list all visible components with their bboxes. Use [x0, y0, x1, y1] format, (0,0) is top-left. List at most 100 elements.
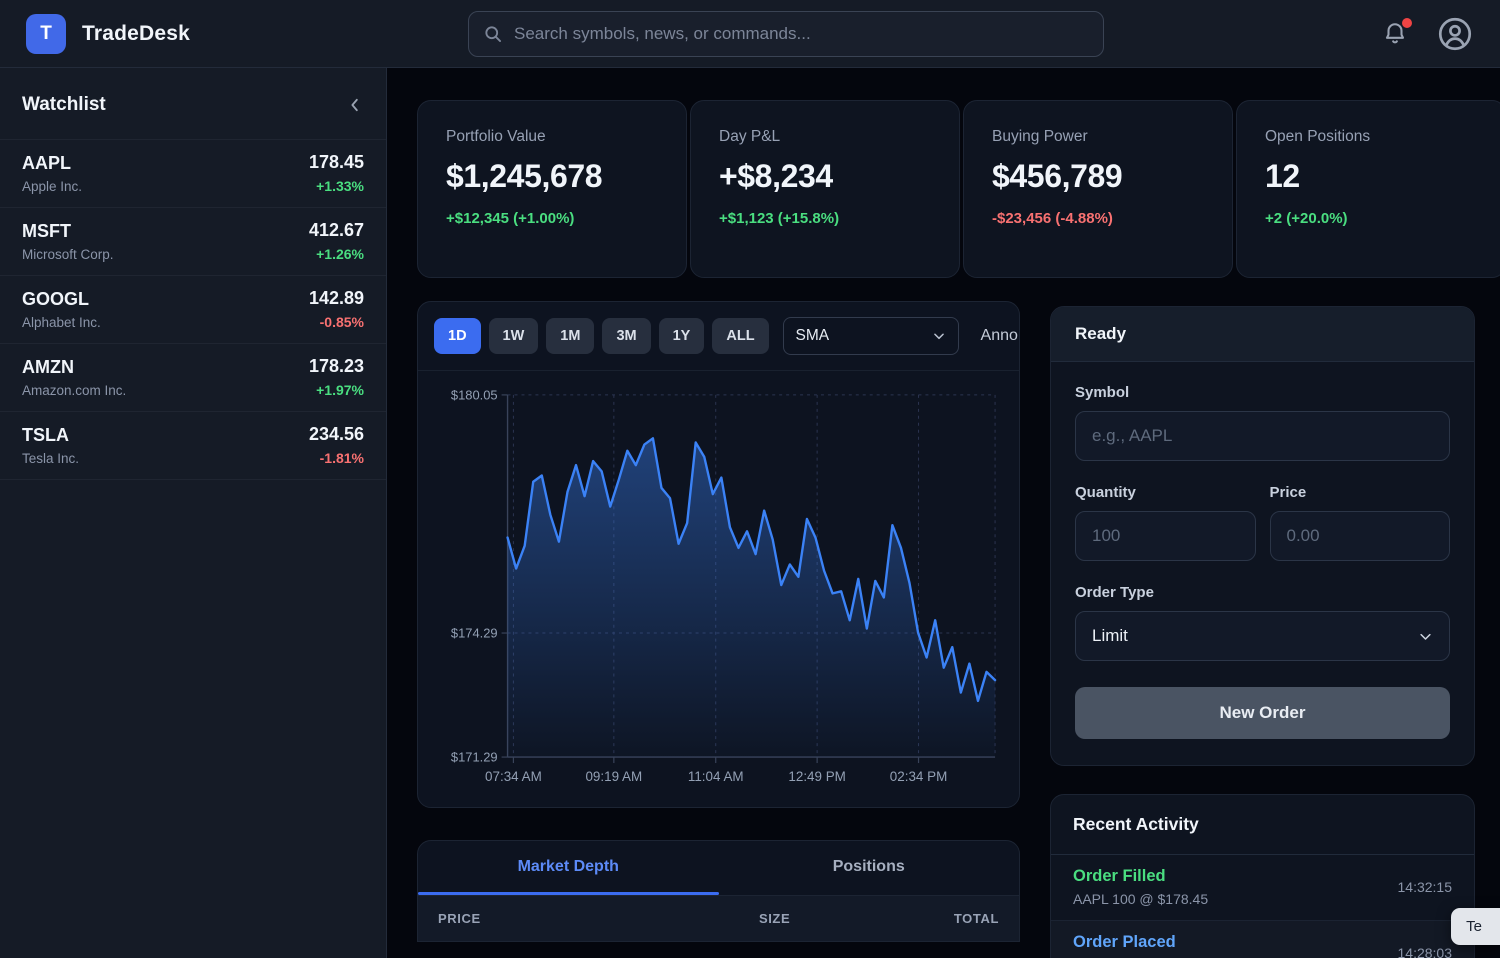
company-name: Tesla Inc.: [22, 451, 79, 466]
market-data-panel: Market Depth Positions PRICE SIZE TOTAL: [417, 840, 1020, 942]
tab-market-depth[interactable]: Market Depth: [418, 841, 719, 895]
price-chart-area[interactable]: $180.05 $174.29 $171.29 07:34 AM 09:19 AM 11:…: [418, 371, 1019, 807]
profile-button[interactable]: [1436, 15, 1474, 53]
company-name: Alphabet Inc.: [22, 315, 101, 330]
order-status: Ready: [1051, 307, 1474, 362]
app-logo[interactable]: T: [26, 14, 66, 54]
timeframe-button-1m[interactable]: 1M: [546, 318, 594, 354]
order-type-value: Limit: [1092, 626, 1128, 646]
annotate-label[interactable]: Anno: [981, 327, 1018, 345]
activity-type: Order Placed: [1073, 933, 1236, 952]
watchlist-row-msft[interactable]: MSFT Microsoft Corp. 412.67 +1.26%: [0, 208, 386, 276]
activity-row-order-filled[interactable]: Order Filled AAPL 100 @ $178.45 14:32:15: [1051, 855, 1474, 921]
stat-card-day-pnl: Day P&L +$8,234 +$1,123 (+15.8%): [690, 100, 960, 278]
avatar-icon: [1436, 15, 1474, 53]
watchlist-row-tsla[interactable]: TSLA Tesla Inc. 234.56 -1.81%: [0, 412, 386, 480]
stat-value: $456,789: [992, 158, 1204, 195]
price: 178.23: [309, 356, 364, 377]
main-content: Portfolio Value $1,245,678 +$12,345 (+1.…: [387, 68, 1500, 958]
new-order-button[interactable]: New Order: [1075, 687, 1450, 739]
change: +1.33%: [309, 178, 364, 194]
stat-label: Portfolio Value: [446, 128, 658, 146]
search-box[interactable]: [468, 11, 1104, 57]
app-title: TradeDesk: [82, 22, 190, 46]
watchlist-title: Watchlist: [22, 94, 106, 116]
price: 234.56: [309, 424, 364, 445]
indicator-value: SMA: [796, 327, 830, 345]
depth-table-header: PRICE SIZE TOTAL: [418, 896, 1019, 941]
chart-panel: 1D 1W 1M 3M 1Y ALL SMA: [417, 301, 1020, 808]
watchlist-row-googl[interactable]: GOOGL Alphabet Inc. 142.89 -0.85%: [0, 276, 386, 344]
symbol: GOOGL: [22, 289, 101, 310]
quantity-label: Quantity: [1075, 484, 1256, 501]
svg-text:02:34 PM: 02:34 PM: [890, 769, 947, 784]
toast-notification[interactable]: Te: [1451, 908, 1500, 945]
search-icon: [483, 24, 503, 44]
symbol: AAPL: [22, 153, 82, 174]
symbol: MSFT: [22, 221, 114, 242]
timeframe-button-3m[interactable]: 3M: [602, 318, 650, 354]
timeframe-button-all[interactable]: ALL: [712, 318, 768, 354]
watchlist-row-aapl[interactable]: AAPL Apple Inc. 178.45 +1.33%: [0, 140, 386, 208]
topbar-actions: [1382, 15, 1474, 53]
stat-value: 12: [1265, 158, 1477, 195]
price: 178.45: [309, 152, 364, 173]
chart-controls: 1D 1W 1M 3M 1Y ALL SMA: [418, 302, 1019, 371]
change: -1.81%: [309, 450, 364, 466]
price-label: Price: [1270, 484, 1451, 501]
order-entry-panel: Ready Symbol Quantity Price: [1050, 306, 1475, 766]
search-zone: [206, 11, 1366, 57]
chevron-down-icon: [932, 329, 946, 343]
notification-dot: [1402, 18, 1412, 28]
svg-text:07:34 AM: 07:34 AM: [485, 769, 542, 784]
timeframe-button-1y[interactable]: 1Y: [659, 318, 705, 354]
company-name: Apple Inc.: [22, 179, 82, 194]
stat-card-buying-power: Buying Power $456,789 -$23,456 (-4.88%): [963, 100, 1233, 278]
topbar: T TradeDesk: [0, 0, 1500, 68]
svg-text:$180.05: $180.05: [451, 387, 498, 402]
stat-change: +$1,123 (+15.8%): [719, 210, 931, 227]
activity-time: 14:28:03: [1398, 945, 1453, 958]
stat-label: Buying Power: [992, 128, 1204, 146]
watchlist-row-amzn[interactable]: AMZN Amazon.com Inc. 178.23 +1.97%: [0, 344, 386, 412]
column-size: SIZE: [690, 911, 858, 926]
timeframe-button-1w[interactable]: 1W: [489, 318, 539, 354]
order-type-label: Order Type: [1075, 584, 1450, 601]
collapse-sidebar-button[interactable]: [346, 96, 364, 114]
company-name: Microsoft Corp.: [22, 247, 114, 262]
column-price: PRICE: [438, 911, 690, 926]
change: -0.85%: [309, 314, 364, 330]
price-input[interactable]: [1270, 511, 1451, 561]
svg-text:$174.29: $174.29: [451, 626, 498, 641]
recent-activity-title: Recent Activity: [1051, 795, 1474, 855]
change: +1.97%: [309, 382, 364, 398]
svg-text:09:19 AM: 09:19 AM: [585, 769, 642, 784]
activity-detail: AAPL 100 @ $178.45: [1073, 891, 1208, 907]
activity-time: 14:32:15: [1398, 879, 1453, 895]
activity-row-order-placed[interactable]: Order Placed MSFT 50 @ $412.50 Limit 14:…: [1051, 921, 1474, 958]
chevron-left-icon: [346, 96, 364, 114]
stat-label: Day P&L: [719, 128, 931, 146]
watchlist-header: Watchlist: [0, 68, 386, 140]
panel-tabs: Market Depth Positions: [418, 841, 1019, 896]
stat-card-portfolio-value: Portfolio Value $1,245,678 +$12,345 (+1.…: [417, 100, 687, 278]
stat-card-open-positions: Open Positions 12 +2 (+20.0%): [1236, 100, 1500, 278]
svg-text:11:04 AM: 11:04 AM: [688, 769, 744, 784]
timeframe-button-1d[interactable]: 1D: [434, 318, 481, 354]
svg-text:$171.29: $171.29: [451, 750, 498, 765]
symbol: TSLA: [22, 425, 79, 446]
change: +1.26%: [309, 246, 364, 262]
order-type-select[interactable]: Limit: [1075, 611, 1450, 661]
tab-positions[interactable]: Positions: [719, 841, 1020, 895]
symbol-input[interactable]: [1075, 411, 1450, 461]
logo-letter: T: [40, 23, 52, 45]
indicator-select[interactable]: SMA: [783, 317, 959, 355]
stat-change: +$12,345 (+1.00%): [446, 210, 658, 227]
column-total: TOTAL: [859, 911, 999, 926]
search-input[interactable]: [514, 24, 1089, 44]
quantity-input[interactable]: [1075, 511, 1256, 561]
symbol: AMZN: [22, 357, 126, 378]
notifications-button[interactable]: [1382, 21, 1408, 47]
symbol-label: Symbol: [1075, 384, 1450, 401]
stat-value: $1,245,678: [446, 158, 658, 195]
